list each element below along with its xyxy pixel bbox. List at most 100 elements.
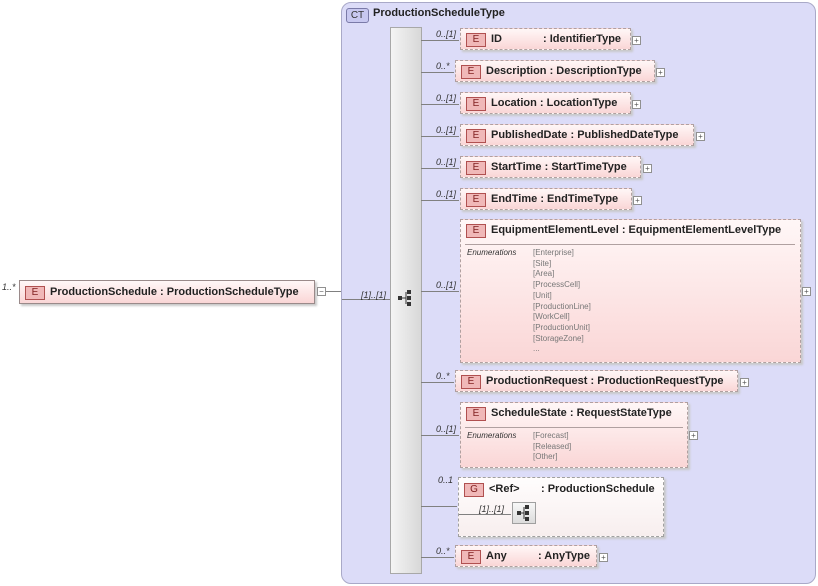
element-cardinality: 0..[1] [436, 125, 457, 135]
connector [421, 506, 457, 507]
enumeration-item: [Forecast] [533, 431, 569, 440]
connector [421, 136, 459, 137]
element-label: ID [491, 33, 502, 45]
enumeration-item: [WorkCell] [533, 312, 570, 322]
connector [326, 291, 342, 292]
expand-icon[interactable]: + [632, 36, 641, 45]
enumerations-label: Enumerations [467, 431, 517, 440]
element-cardinality: 0..* [436, 371, 450, 381]
enumeration-item: [ProductionLine] [533, 301, 591, 311]
element-badge: E [466, 161, 486, 175]
complex-type-title: ProductionScheduleType [373, 7, 505, 19]
element-badge: E [466, 97, 486, 111]
element-cardinality: 0..[1] [436, 93, 457, 103]
expand-icon[interactable]: + [599, 553, 608, 562]
complex-type-badge: CT [346, 8, 369, 23]
element-description[interactable]: E Description : DescriptionType [455, 60, 655, 82]
expand-icon[interactable]: + [632, 100, 641, 109]
element-cardinality: 0..[1] [436, 424, 457, 434]
element-location[interactable]: E Location : LocationType [460, 92, 631, 114]
connector [421, 200, 459, 201]
sequence-icon [517, 505, 529, 521]
enumeration-item: [Unit] [533, 290, 552, 300]
connector [421, 291, 459, 292]
group-type: : ProductionSchedule [541, 483, 655, 495]
element-type: : AnyType [538, 550, 590, 562]
connector [421, 435, 459, 436]
element-badge: E [25, 286, 45, 300]
enumeration-item: [Other] [533, 452, 558, 462]
element-label: EquipmentElementLevel : EquipmentElement… [491, 224, 782, 236]
element-label: EndTime : EndTimeType [491, 193, 619, 205]
element-badge: E [461, 65, 481, 79]
element-cardinality: 0..[1] [436, 280, 457, 290]
separator [465, 244, 795, 245]
element-id[interactable]: E ID : IdentifierType [460, 28, 631, 50]
connector [421, 382, 454, 383]
element-type: : IdentifierType [543, 33, 622, 45]
element-badge: E [466, 33, 486, 47]
connector [421, 40, 459, 41]
enumeration-item: [Released] [533, 441, 572, 451]
element-badge: E [466, 407, 486, 421]
element-endtime[interactable]: E EndTime : EndTimeType [460, 188, 632, 210]
connector [421, 557, 454, 558]
element-badge: E [461, 550, 481, 564]
element-cardinality: 0..[1] [436, 29, 457, 39]
element-any[interactable]: E Any : AnyType [455, 545, 597, 567]
element-label: ScheduleState : RequestStateType [491, 407, 672, 419]
element-label: PublishedDate : PublishedDateType [491, 129, 679, 141]
element-equipmentelementlevel[interactable]: E EquipmentElementLevel : EquipmentEleme… [460, 219, 801, 363]
group-sequence-compositor[interactable] [512, 502, 536, 524]
sequence-cardinality: [1]..[1] [361, 290, 387, 300]
element-label: Description : DescriptionType [486, 65, 642, 77]
enumeration-item: [ProductionUnit] [533, 322, 590, 332]
element-productionrequest[interactable]: E ProductionRequest : ProductionRequestT… [455, 370, 738, 392]
enumeration-item: [Site] [533, 258, 552, 268]
group-sequence-cardinality: [1]..[1] [479, 504, 505, 514]
enumeration-item: [ProcessCell] [533, 280, 581, 290]
element-label: StartTime : StartTimeType [491, 161, 627, 173]
expand-icon[interactable]: + [740, 378, 749, 387]
expand-icon[interactable]: + [696, 132, 705, 141]
expand-icon[interactable]: + [643, 164, 652, 173]
connector [421, 72, 454, 73]
enumeration-item: [Area] [533, 269, 555, 279]
element-label: Any [486, 550, 507, 562]
element-cardinality: 0..[1] [436, 157, 457, 167]
enumeration-item: ... [533, 344, 540, 354]
enumeration-list: [Forecast] [Released] [Other] [533, 431, 571, 463]
element-starttime[interactable]: E StartTime : StartTimeType [460, 156, 641, 178]
element-badge: E [466, 224, 486, 238]
connector [421, 168, 459, 169]
element-label: Location : LocationType [491, 97, 618, 109]
expand-icon[interactable]: + [656, 68, 665, 77]
expand-icon[interactable]: + [633, 196, 642, 205]
connector [459, 514, 511, 515]
enumerations-label: Enumerations [467, 248, 517, 257]
element-cardinality: 0..[1] [436, 189, 457, 199]
enumeration-list: [Enterprise] [Site] [Area] [ProcessCell]… [533, 248, 591, 355]
element-badge: E [466, 193, 486, 207]
element-badge: E [466, 129, 486, 143]
enumeration-item: [StorageZone] [533, 333, 584, 343]
separator [465, 427, 683, 428]
expand-icon[interactable]: + [802, 287, 811, 296]
element-label: ProductionRequest : ProductionRequestTyp… [486, 375, 724, 387]
group-label: <Ref> [489, 483, 520, 495]
connector [421, 104, 459, 105]
element-badge: E [461, 375, 481, 389]
root-cardinality: 1..* [2, 282, 16, 292]
group-badge: G [464, 483, 484, 497]
element-label: ProductionSchedule : ProductionScheduleT… [50, 286, 299, 298]
collapse-icon[interactable]: − [317, 287, 326, 296]
expand-icon[interactable]: + [689, 431, 698, 440]
element-cardinality: 0..* [436, 61, 450, 71]
group-ref-productionschedule[interactable]: G <Ref> : ProductionSchedule [1]..[1] [458, 477, 664, 537]
group-cardinality: 0..1 [438, 475, 454, 485]
element-schedulestate[interactable]: E ScheduleState : RequestStateType Enume… [460, 402, 688, 468]
root-element-productionschedule[interactable]: E ProductionSchedule : ProductionSchedul… [19, 280, 315, 304]
element-publisheddate[interactable]: E PublishedDate : PublishedDateType [460, 124, 694, 146]
enumeration-item: [Enterprise] [533, 248, 574, 257]
sequence-icon [398, 290, 411, 306]
